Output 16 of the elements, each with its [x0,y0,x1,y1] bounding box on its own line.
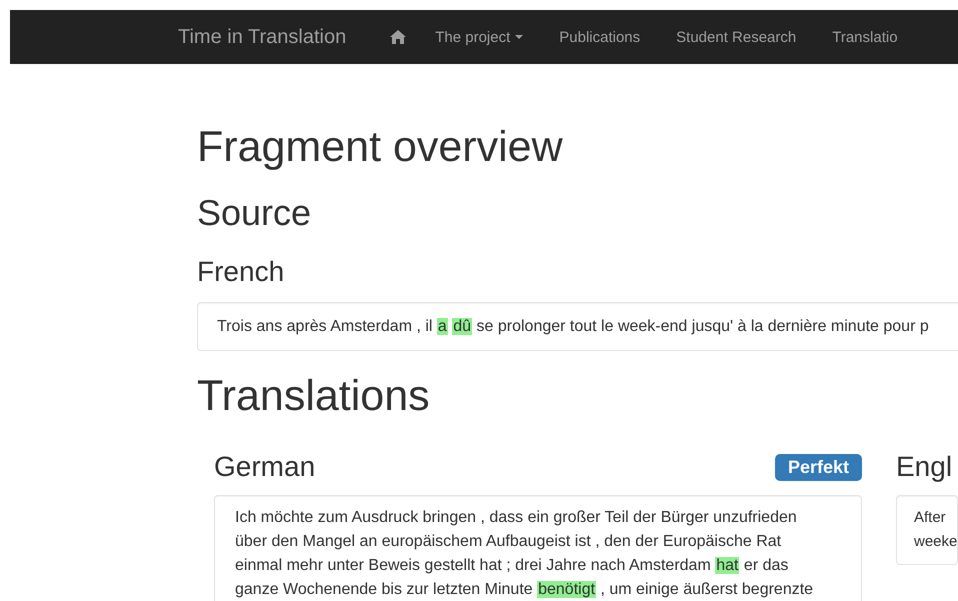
nav-link[interactable]: The project [435,28,524,46]
translation-sentence: Ich möchte zum Ausdruck bringen , dass ein großer Teil der Bürger unzufrieden über den Mangel an europäischem Aufbaugeist ist , den der Europäische Rat einmal mehr unter Beweis gestellt hat ; drei Jahre nach Amsterdam hat er das ganze Wochenende bis zur letzten Minute benötigt , um einige äußerst begrenzte [235,508,814,600]
section-heading: Translations [197,373,431,420]
nav-link[interactable]: Publications [559,28,640,46]
language-heading: German [214,450,316,484]
nav-link[interactable]: Student Research [676,28,796,46]
language-heading: French [197,256,286,287]
brand-link[interactable]: Time in Translation [178,26,346,48]
section-heading: Source [197,193,312,233]
tense-label: Perfekt [774,454,862,480]
source-sentence: Trois ans après Amsterdam , il a dû se prolonger tout le week-end jusqu' à la dernière minute pour p [217,317,930,337]
language-heading: Engl [896,450,952,484]
translation-sentence: After weeke [914,508,958,552]
home-icon[interactable] [390,30,406,44]
nav-link[interactable]: Translatio [832,28,898,46]
page-title: Fragment overview [197,124,564,171]
